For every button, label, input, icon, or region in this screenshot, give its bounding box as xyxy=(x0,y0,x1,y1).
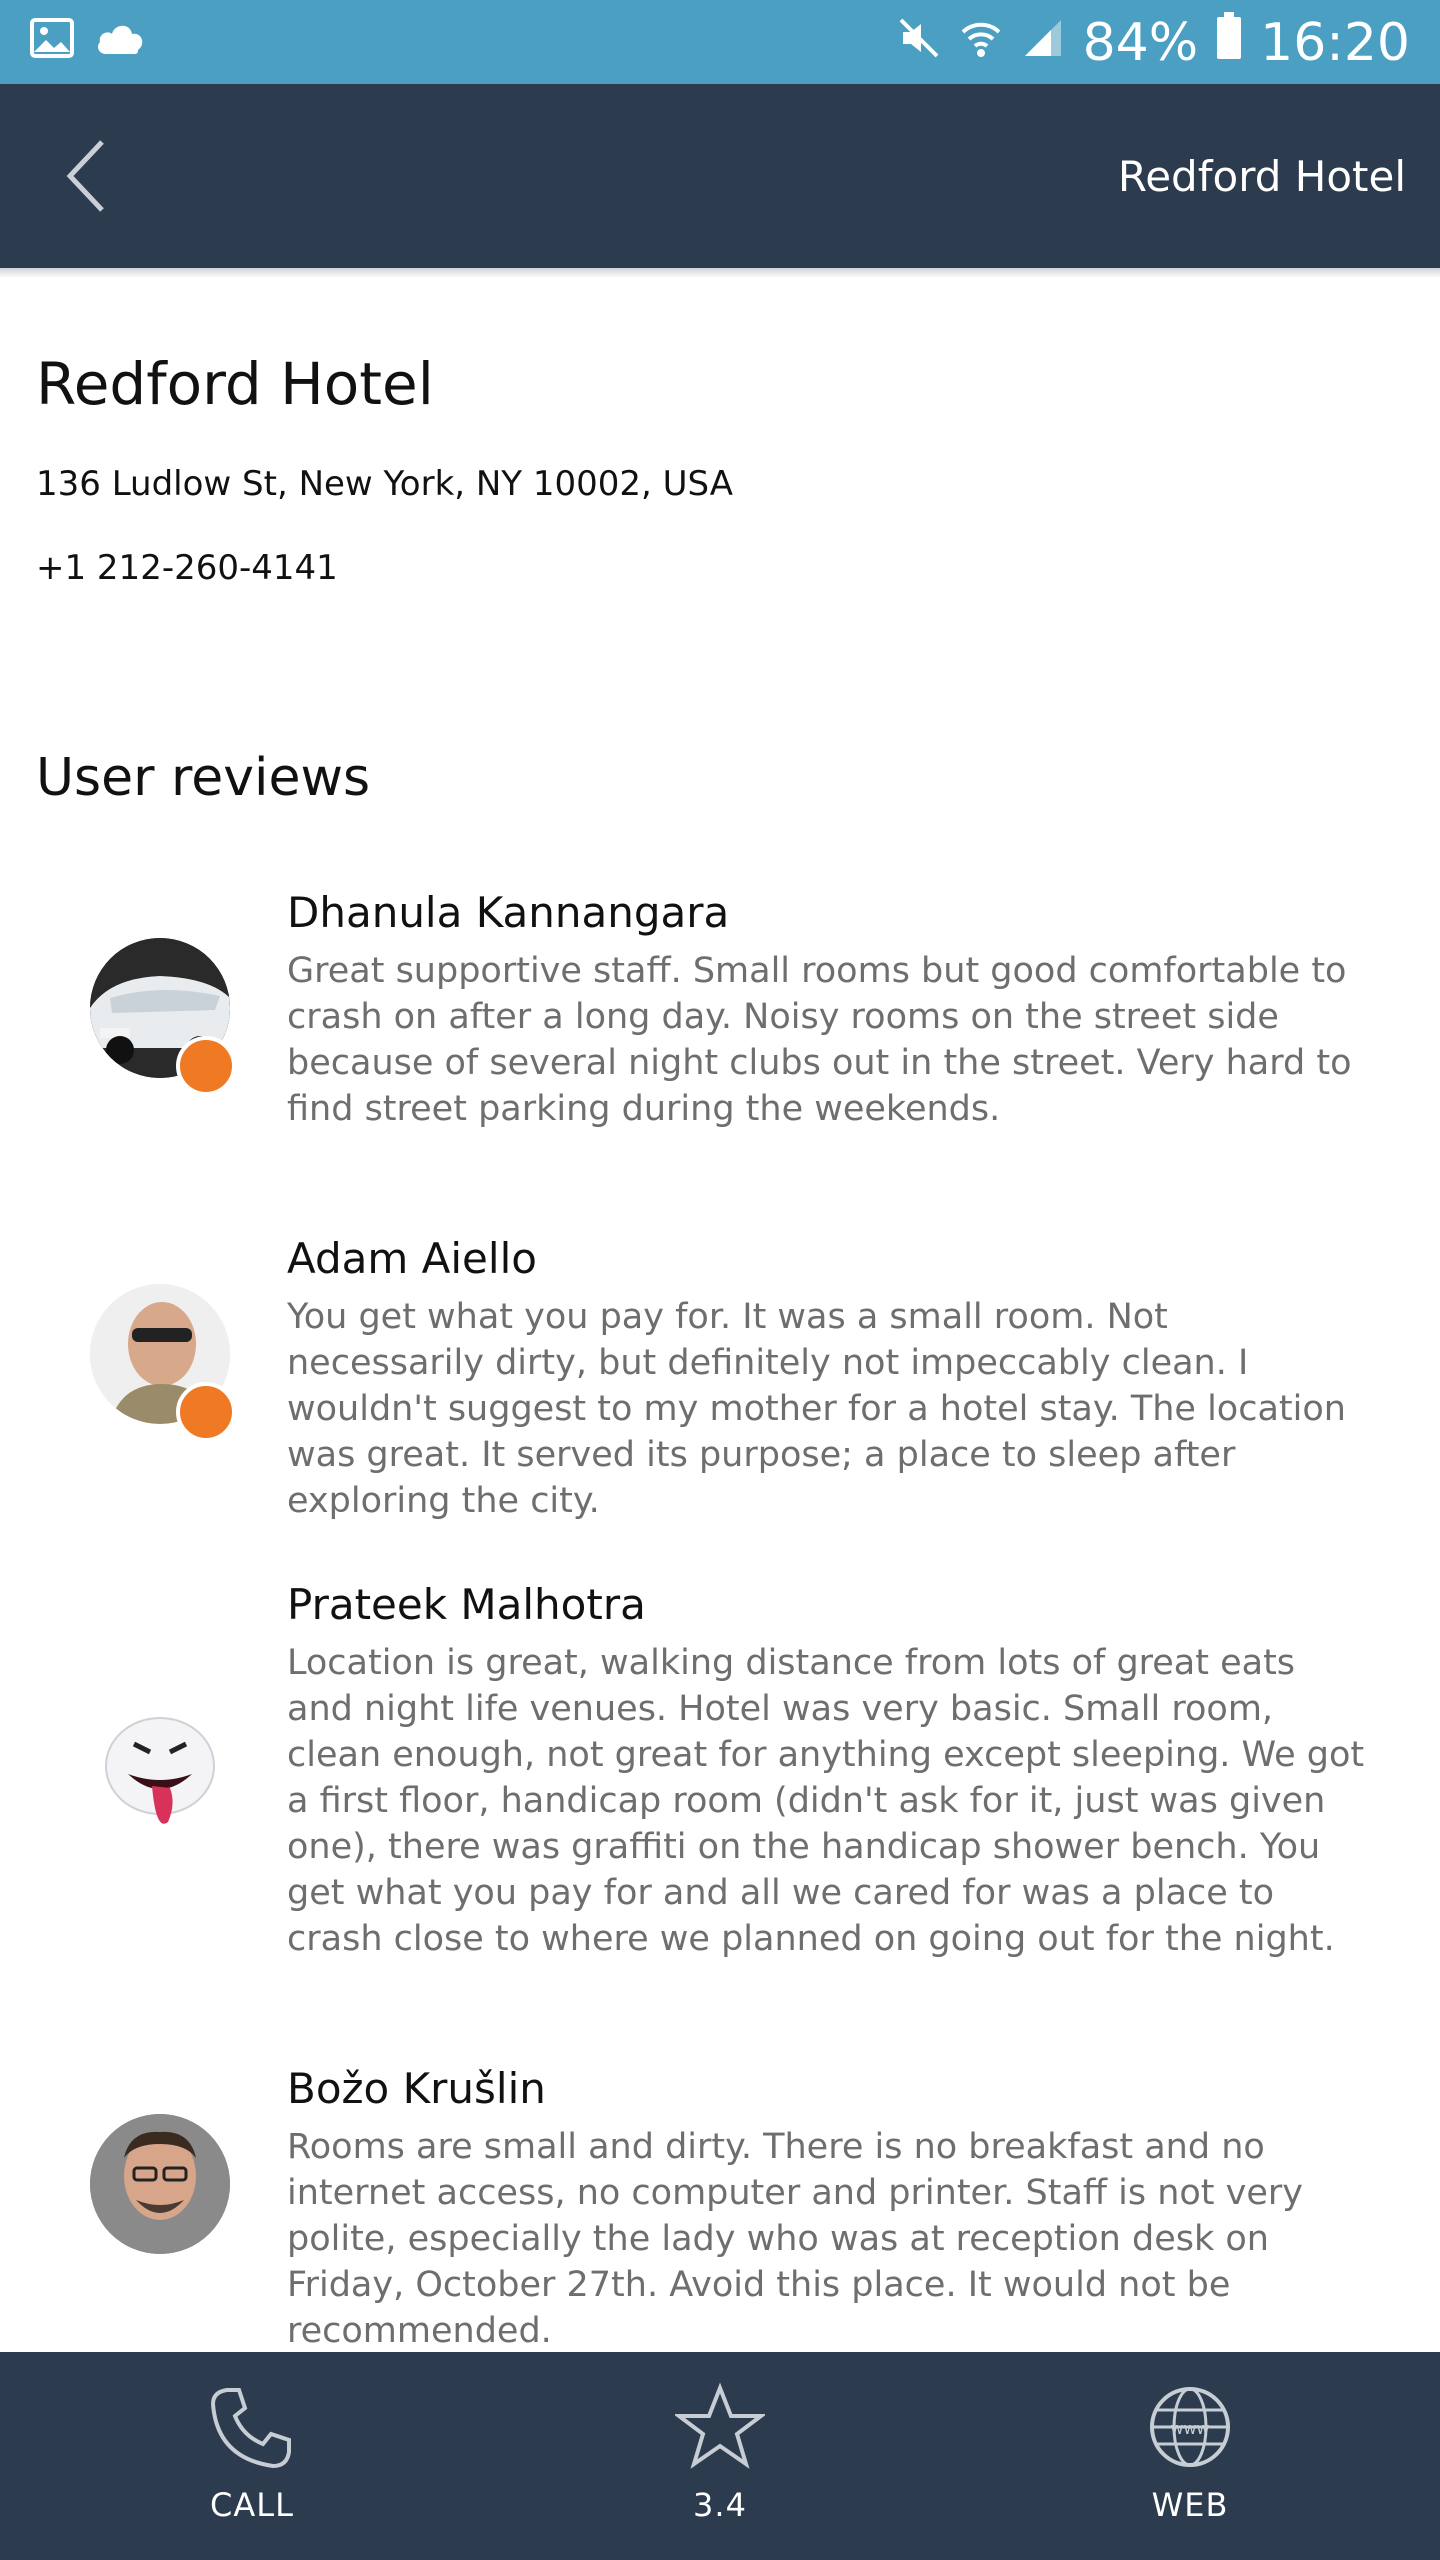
call-button[interactable]: CALL xyxy=(152,2382,352,2524)
star-icon xyxy=(673,2382,767,2476)
phone-icon xyxy=(207,2388,297,2476)
local-guide-badge xyxy=(176,1382,236,1442)
avatar[interactable] xyxy=(90,1704,230,1844)
call-label: CALL xyxy=(210,2486,294,2524)
clock: 16:20 xyxy=(1260,12,1410,73)
review-text: Rooms are small and dirty. There is no b… xyxy=(287,2127,1304,2351)
review-text: Location is great, walking distance from… xyxy=(287,1643,1365,1959)
review-text: Great supportive staff. Small rooms but … xyxy=(287,951,1352,1129)
battery-icon xyxy=(1216,12,1242,73)
wifi-icon xyxy=(959,13,1003,73)
bottom-action-bar: CALL 3.4 www WEB xyxy=(0,2352,1440,2560)
battery-percent: 84% xyxy=(1082,12,1199,73)
web-button[interactable]: www WEB xyxy=(1090,2382,1290,2524)
rating-label: 3.4 xyxy=(693,2486,747,2524)
status-bar: 84% 16:20 xyxy=(0,0,1440,84)
hotel-phone[interactable]: +1 212-260-4141 xyxy=(36,548,338,588)
app-bar: Redford Hotel xyxy=(0,84,1440,268)
svg-text:www: www xyxy=(1170,2419,1209,2438)
cloud-icon xyxy=(94,20,146,60)
rating-button[interactable]: 3.4 xyxy=(620,2382,820,2524)
app-bar-title: Redford Hotel xyxy=(1117,152,1406,201)
reviews-title: User reviews xyxy=(36,748,371,808)
signal-icon xyxy=(1021,13,1065,73)
web-label: WEB xyxy=(1151,2486,1229,2524)
chevron-left-icon xyxy=(60,140,120,222)
reviewer-name: Dhanula Kannangara xyxy=(287,888,730,937)
reviewer-name: Prateek Malhotra xyxy=(287,1580,646,1629)
reviewer-name: Božo Krušlin xyxy=(287,2064,546,2113)
hotel-address[interactable]: 136 Ludlow St, New York, NY 10002, USA xyxy=(36,464,733,504)
image-icon xyxy=(30,18,74,62)
hotel-name: Redford Hotel xyxy=(36,350,434,418)
app-bar-shadow xyxy=(0,268,1440,278)
avatar[interactable] xyxy=(90,2114,230,2254)
mute-icon xyxy=(897,13,941,73)
globe-icon: www xyxy=(1145,2387,1235,2476)
local-guide-badge xyxy=(176,1036,236,1096)
back-button[interactable] xyxy=(60,134,120,218)
reviewer-name: Adam Aiello xyxy=(287,1234,537,1283)
review-text: You get what you pay for. It was a small… xyxy=(287,1297,1346,1521)
